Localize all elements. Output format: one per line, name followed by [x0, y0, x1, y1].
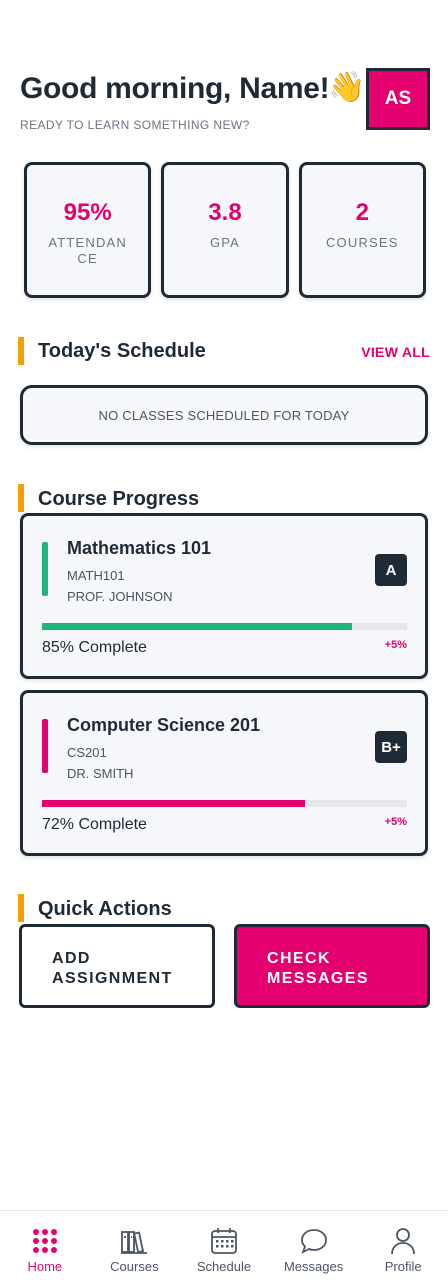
- section-title: Quick Actions: [38, 898, 172, 920]
- chat-bubble-icon: [300, 1229, 327, 1254]
- nav-item-courses[interactable]: Courses: [90, 1211, 180, 1280]
- progress-bar: [42, 800, 407, 807]
- greeting-title: Good morning, Name!: [20, 72, 330, 105]
- books-icon: [121, 1231, 148, 1254]
- progress-fill: [42, 623, 353, 630]
- stat-value: 95%: [63, 199, 112, 226]
- grade-badge: B+: [375, 731, 407, 763]
- person-icon: [391, 1228, 416, 1255]
- empty-schedule-card: NO CLASSES SCHEDULED FOR TODAY: [20, 385, 428, 445]
- view-all-link[interactable]: VIEW ALL: [361, 344, 430, 360]
- waving-hand-icon: 👋: [328, 71, 366, 104]
- avatar[interactable]: AS: [366, 68, 430, 130]
- stat-label: COURSES: [325, 235, 399, 250]
- quick-actions-section-header: Quick Actions: [18, 894, 430, 924]
- nav-label: Schedule: [196, 1259, 252, 1274]
- section-title: Course Progress: [38, 488, 200, 510]
- stat-card-attendance[interactable]: 95% ATTENDANCE: [24, 162, 152, 298]
- progress-text: 85% Complete: [42, 639, 147, 656]
- stat-value: 2: [355, 199, 369, 226]
- progress-fill: [42, 800, 305, 807]
- stat-label: GPA: [209, 235, 241, 250]
- course-instructor: DR. SMITH: [67, 766, 134, 781]
- section-title: Today's Schedule: [38, 340, 206, 362]
- course-color-stripe: [42, 542, 48, 596]
- nav-item-messages[interactable]: Messages: [269, 1211, 359, 1280]
- nav-label: Home: [27, 1259, 63, 1274]
- stat-card-gpa[interactable]: 3.8 GPA: [161, 162, 289, 298]
- section-marker: [18, 337, 24, 365]
- calendar-icon: [211, 1228, 237, 1254]
- progress-bar: [42, 623, 407, 630]
- stats-row: 95% ATTENDANCE 3.8 GPA 2 COURSES: [24, 162, 426, 298]
- course-instructor: PROF. JOHNSON: [67, 589, 173, 604]
- nav-item-profile[interactable]: Profile: [358, 1211, 448, 1280]
- progress-delta: +5%: [384, 816, 407, 828]
- nav-label: Messages: [283, 1259, 344, 1274]
- nav-label: Courses: [110, 1259, 159, 1274]
- section-marker: [18, 484, 24, 512]
- course-code: CS201: [67, 745, 107, 760]
- stat-card-courses[interactable]: 2 COURSES: [298, 162, 426, 298]
- add-assignment-button[interactable]: ADD ASSIGNMENT: [19, 924, 215, 1008]
- nav-label: Profile: [384, 1259, 422, 1274]
- bottom-nav: Home Courses Schedule Messages Profile: [0, 1210, 448, 1280]
- progress-text: 72% Complete: [42, 816, 147, 833]
- section-marker: [18, 894, 24, 922]
- grade-badge: A: [375, 554, 407, 586]
- nav-item-schedule[interactable]: Schedule: [179, 1211, 269, 1280]
- stat-label: ATTENDANCE: [48, 235, 128, 266]
- course-title: Computer Science 201: [67, 715, 261, 735]
- stat-value: 3.8: [208, 199, 242, 226]
- course-card-cs[interactable]: Computer Science 201 CS201 DR. SMITH B+ …: [20, 690, 428, 856]
- progress-section-header: Course Progress: [18, 484, 430, 514]
- course-card-math[interactable]: Mathematics 101 MATH101 PROF. JOHNSON A …: [20, 513, 428, 679]
- course-color-stripe: [42, 719, 48, 773]
- course-code: MATH101: [67, 568, 125, 583]
- check-messages-button[interactable]: CHECK MESSAGES: [234, 924, 430, 1008]
- schedule-section-header: Today's Schedule VIEW ALL: [18, 337, 430, 367]
- grid-icon: [32, 1229, 57, 1253]
- course-title: Mathematics 101: [67, 538, 212, 558]
- progress-delta: +5%: [384, 639, 407, 651]
- greeting-subtitle: READY TO LEARN SOMETHING NEW?: [20, 118, 250, 132]
- header: Good morning, Name! 👋 READY TO LEARN SOM…: [20, 68, 430, 138]
- nav-item-home[interactable]: Home: [0, 1211, 90, 1280]
